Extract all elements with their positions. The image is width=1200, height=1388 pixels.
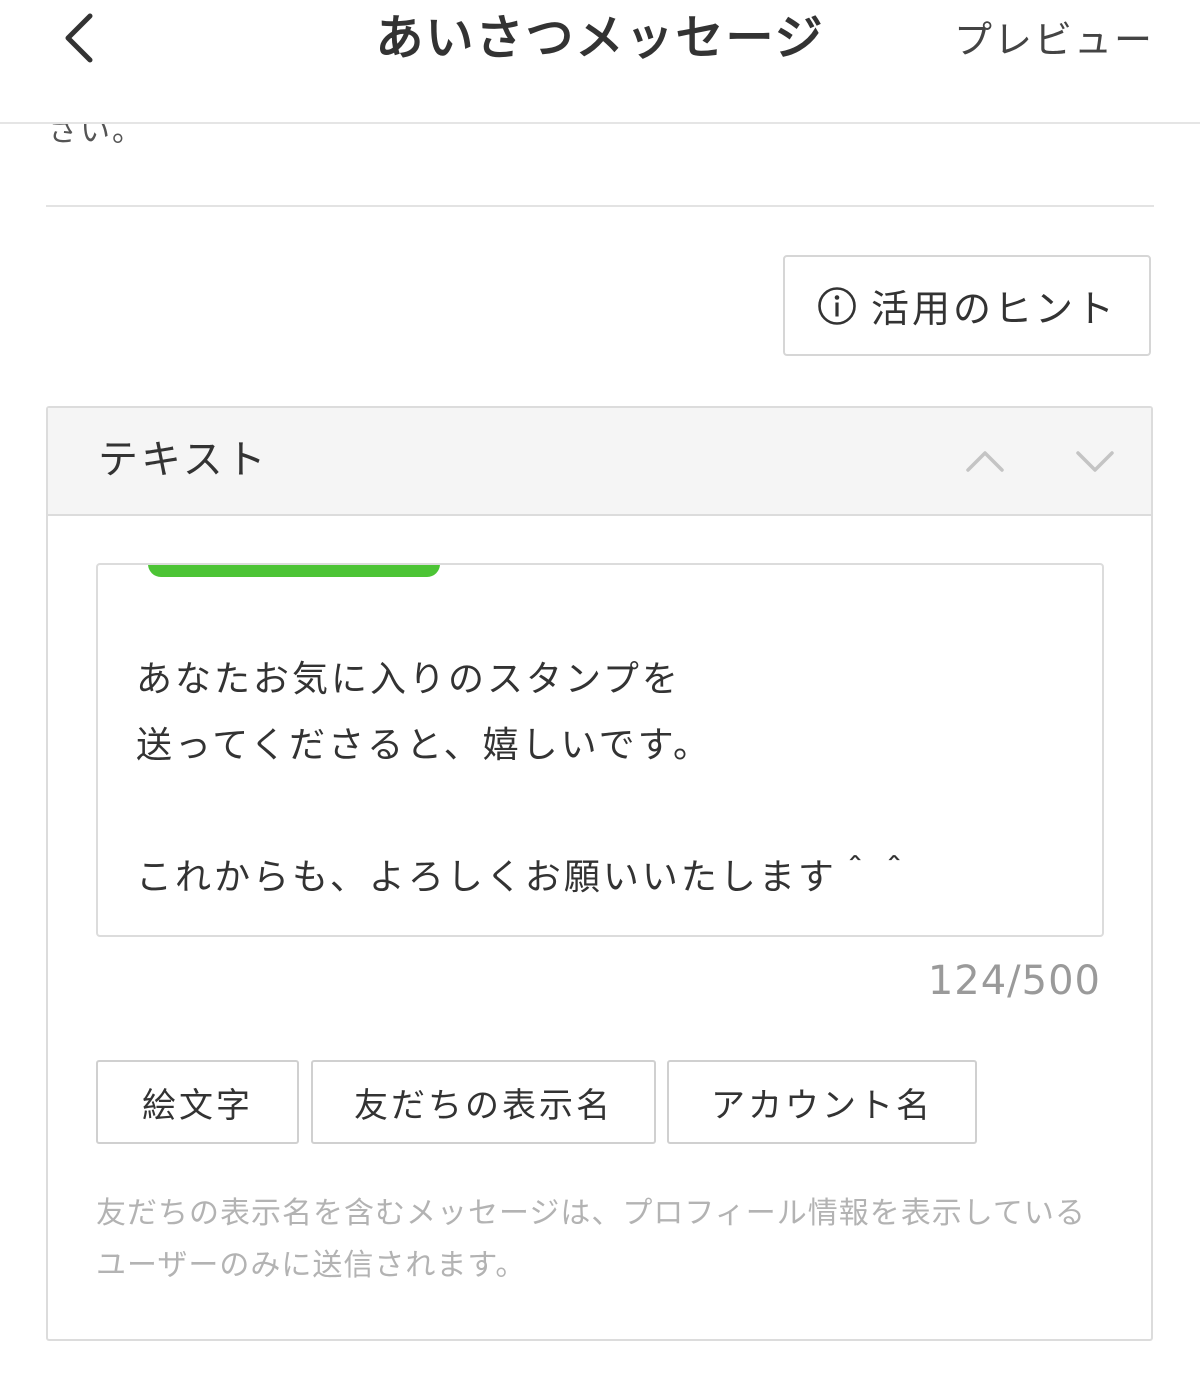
highlight-tag (148, 565, 440, 577)
chevron-up-icon (966, 451, 1004, 472)
chevron-down-icon (1076, 451, 1114, 472)
chevron-left-icon (65, 13, 93, 63)
friend-name-note: 友だちの表示名を含むメッセージは、プロフィール情報を表示しているユーザーのみに送… (96, 1196, 1086, 1283)
insert-emoji-button[interactable]: 絵文字 (96, 1060, 299, 1144)
card-title: テキスト (98, 437, 269, 483)
text-message-card: テキスト あなたお気に入りのスタンプを 送ってくださると、嬉しいです。 これから… (46, 406, 1153, 1341)
message-text: あなたお気に入りのスタンプを 送ってくださると、嬉しいです。 これからも、よろし… (136, 659, 915, 898)
insert-account-name-button[interactable]: アカウント名 (667, 1060, 977, 1144)
section-divider (46, 205, 1154, 207)
insert-friend-name-button[interactable]: 友だちの表示名 (311, 1060, 656, 1144)
app-header: あいさつメッセージ プレビュー (0, 0, 1200, 124)
hint-button[interactable]: 活用のヒント (783, 255, 1151, 356)
move-down-button[interactable] (1070, 436, 1120, 486)
message-textarea[interactable]: あなたお気に入りのスタンプを 送ってくださると、嬉しいです。 これからも、よろし… (96, 563, 1104, 937)
move-up-button[interactable] (960, 436, 1010, 486)
preview-button[interactable]: プレビュー (954, 14, 1154, 66)
back-button[interactable] (52, 6, 112, 66)
character-counter: 124/500 (927, 958, 1101, 1004)
hint-button-label: 活用のヒント (870, 287, 1117, 331)
info-icon (818, 286, 856, 325)
card-header: テキスト (48, 408, 1151, 516)
